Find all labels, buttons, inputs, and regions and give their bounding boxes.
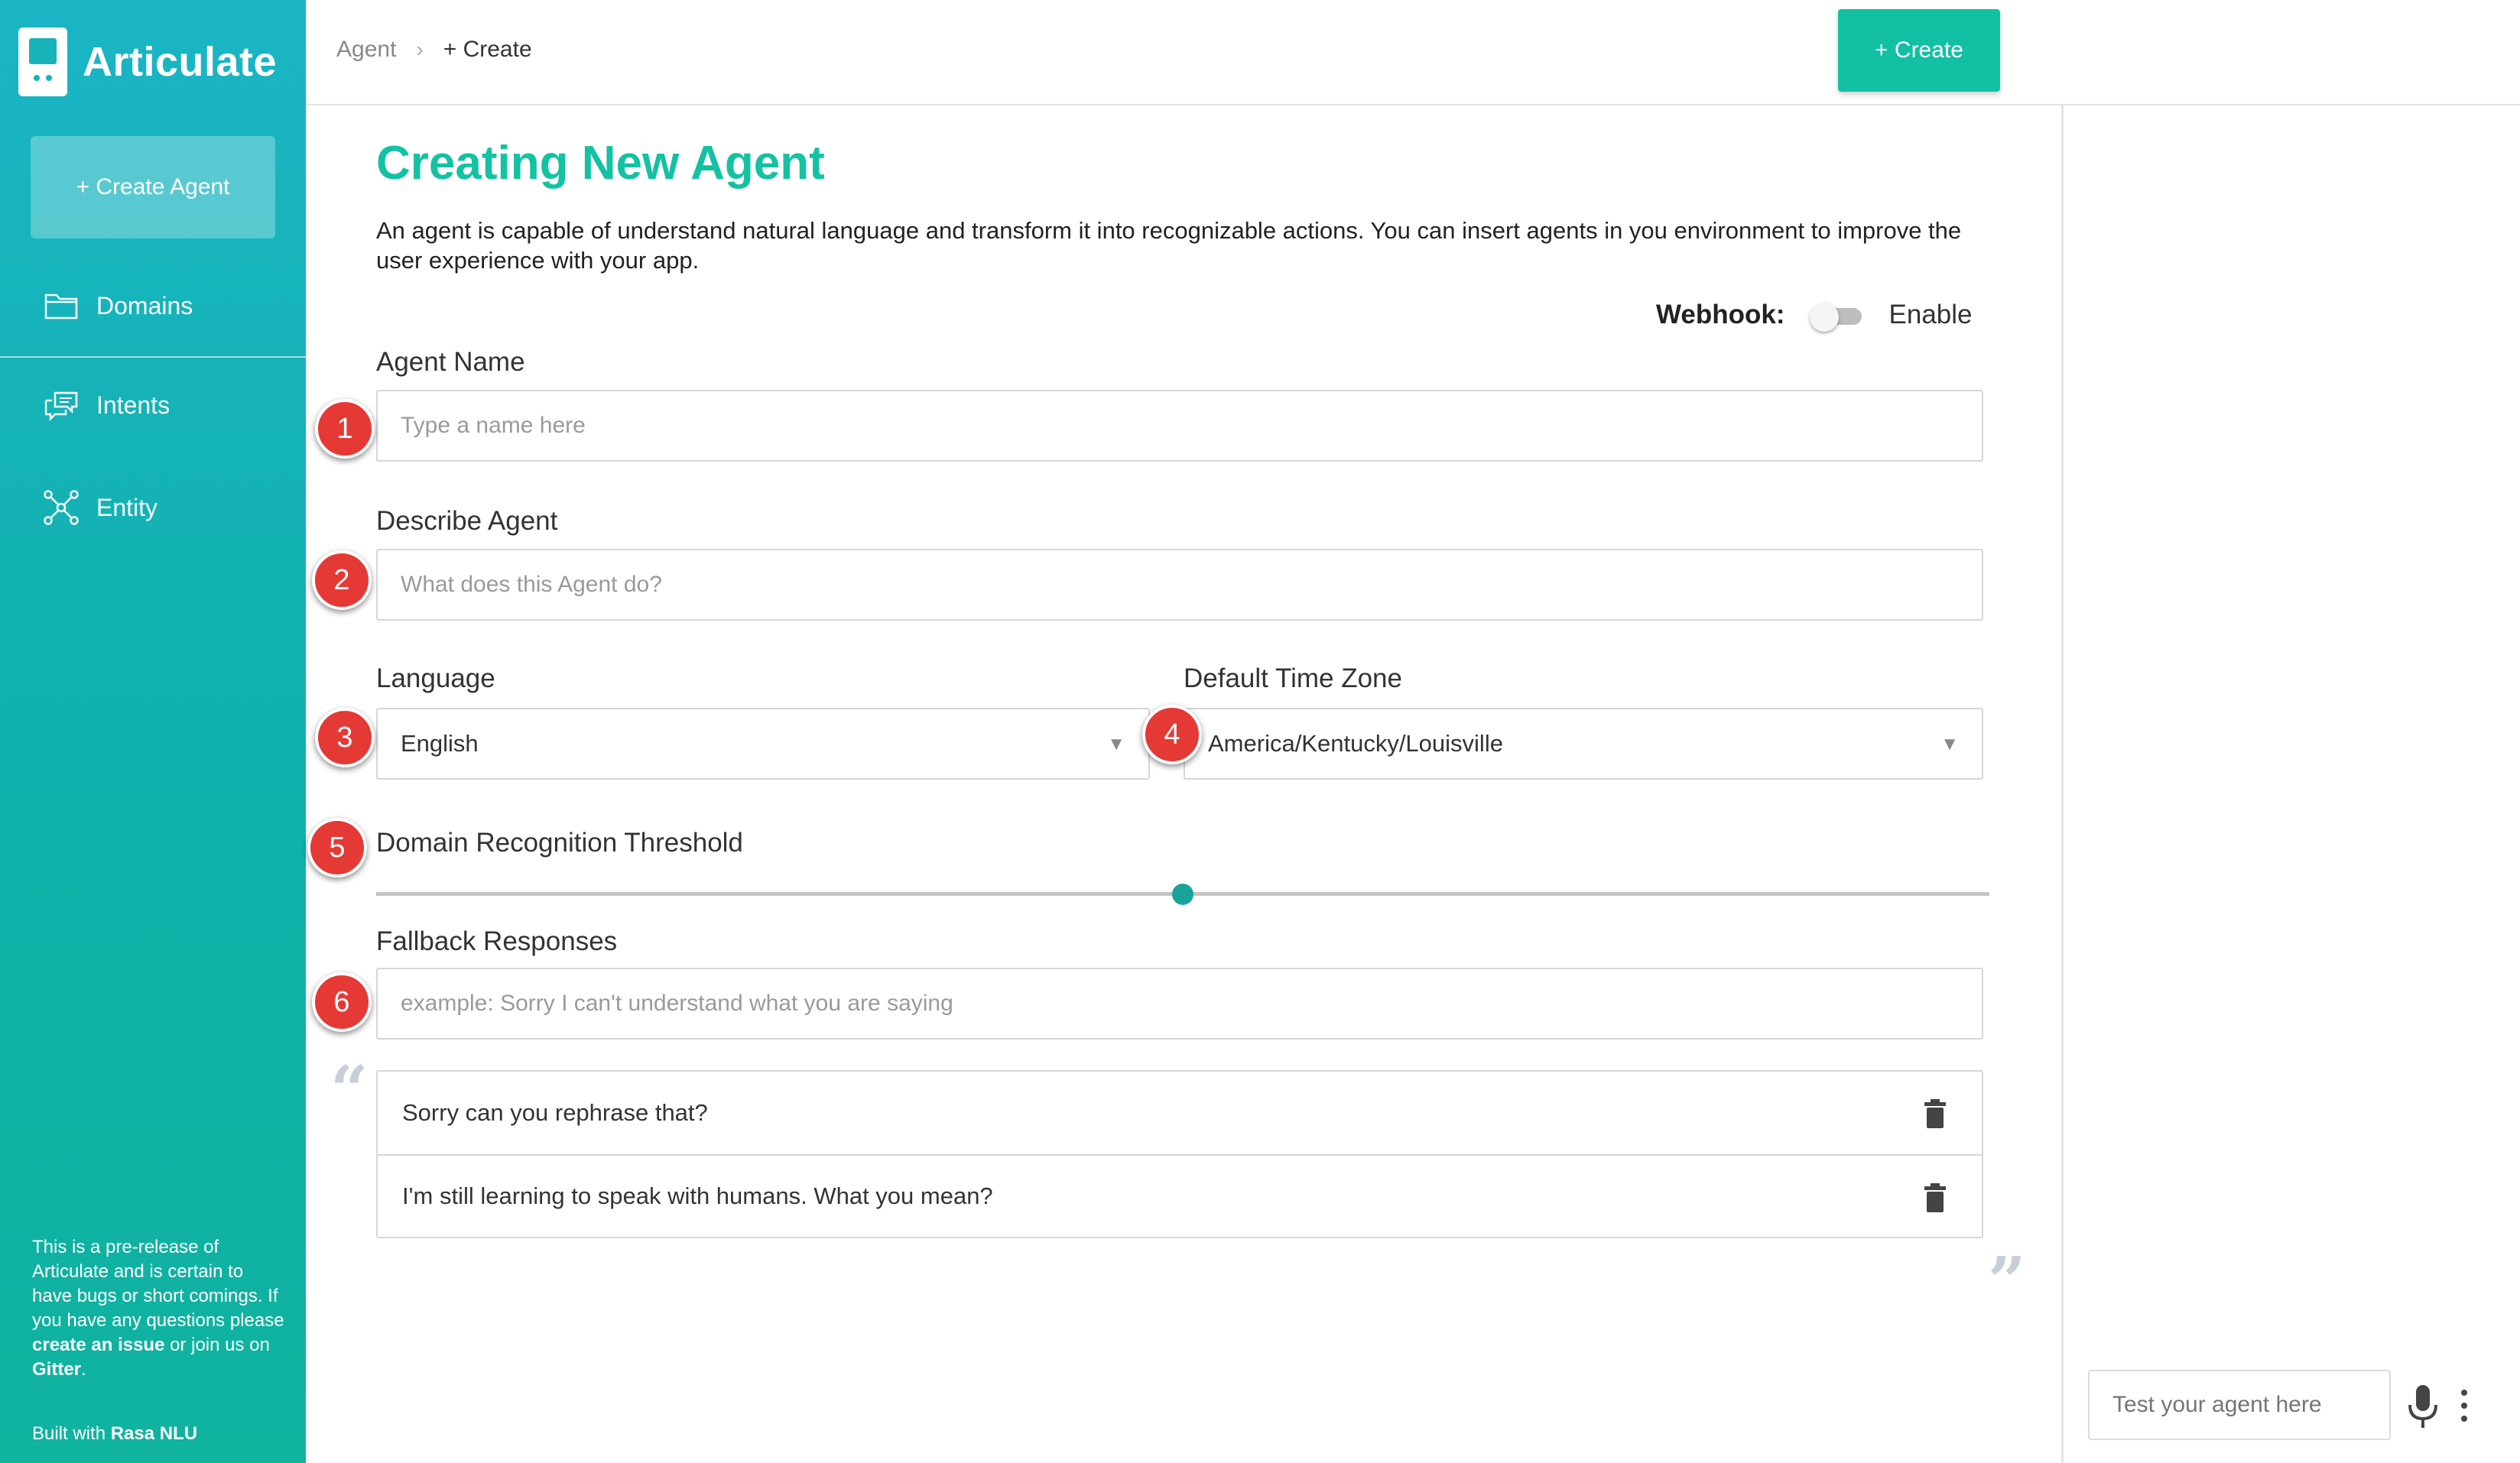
annotation-badge-6: 6: [312, 972, 372, 1032]
describe-agent-input[interactable]: [376, 549, 1983, 621]
fallback-responses-list: Sorry can you rephrase that? I'm still l…: [376, 1070, 1983, 1238]
note-text: or join us on: [164, 1335, 270, 1355]
timezone-label: Default Time Zone: [1184, 663, 1402, 693]
chevron-right-icon: ›: [416, 37, 424, 61]
sidebar-divider: [0, 356, 306, 358]
webhook-enable-label: Enable: [1888, 300, 1973, 329]
gitter-link[interactable]: Gitter: [32, 1359, 81, 1380]
microphone-icon[interactable]: [2406, 1384, 2440, 1429]
folder-icon: [44, 294, 78, 320]
sidebar-item-intents[interactable]: Intents: [0, 367, 306, 443]
timezone-value: America/Kentucky/Louisville: [1208, 730, 1503, 757]
list-item: I'm still learning to speak with humans.…: [378, 1154, 1982, 1237]
trash-icon[interactable]: [1924, 1183, 1947, 1212]
annotation-badge-5: 5: [307, 818, 367, 877]
annotation-badge-2: 2: [312, 550, 372, 610]
app-name: Articulate: [83, 39, 278, 85]
create-issue-link[interactable]: create an issue: [32, 1335, 164, 1355]
webhook-setting: Webhook: Enable: [1656, 300, 1973, 332]
breadcrumb-agent[interactable]: Agent: [336, 37, 396, 63]
fallback-label: Fallback Responses: [376, 926, 618, 956]
sidebar: Articulate + Create Agent Domains Intent…: [0, 0, 306, 1463]
language-value: English: [401, 730, 479, 757]
app-logo[interactable]: Articulate: [18, 28, 277, 96]
breadcrumb: Agent › + Create: [336, 37, 532, 63]
sidebar-item-label: Intents: [96, 391, 170, 419]
chat-icon: [44, 391, 78, 422]
create-button[interactable]: + Create: [1838, 9, 2000, 92]
language-label: Language: [376, 663, 495, 693]
built-with-prefix: Built with: [32, 1423, 111, 1444]
webhook-label: Webhook:: [1656, 300, 1785, 329]
page-description: An agent is capable of understand natura…: [376, 217, 1962, 274]
webhook-toggle[interactable]: [1809, 303, 1866, 332]
toggle-knob: [1809, 303, 1839, 332]
annotation-badge-1: 1: [315, 399, 375, 459]
agent-name-label: Agent Name: [376, 347, 525, 377]
annotation-badge-4: 4: [1142, 705, 1202, 764]
response-text: Sorry can you rephrase that?: [402, 1099, 708, 1126]
pre-release-note: This is a pre-release of Articulate and …: [32, 1235, 284, 1382]
response-text: I'm still learning to speak with humans.…: [402, 1182, 993, 1209]
sidebar-item-label: Domains: [96, 291, 193, 320]
sidebar-item-domains[interactable]: Domains: [0, 268, 306, 344]
dropdown-arrow-icon: ▼: [1940, 734, 1959, 754]
close-quote-icon: ”: [1988, 1243, 2026, 1320]
breadcrumb-current: + Create: [443, 37, 532, 62]
language-select[interactable]: English ▼: [376, 708, 1150, 780]
page-title: Creating New Agent: [376, 137, 825, 190]
list-item: Sorry can you rephrase that?: [378, 1072, 1982, 1154]
note-text: .: [81, 1359, 86, 1380]
describe-agent-label: Describe Agent: [376, 506, 558, 536]
annotation-badge-3: 3: [315, 708, 375, 767]
test-panel: [2061, 105, 2520, 1463]
note-text: This is a pre-release of Articulate and …: [32, 1237, 284, 1331]
more-vertical-icon[interactable]: [2458, 1387, 2470, 1425]
trash-icon[interactable]: [1924, 1099, 1947, 1128]
top-bar: Agent › + Create + Create: [306, 0, 2520, 105]
slider-thumb[interactable]: [1172, 884, 1193, 905]
create-agent-button[interactable]: + Create Agent: [31, 136, 275, 238]
timezone-select[interactable]: America/Kentucky/Louisville ▼: [1184, 708, 1983, 780]
threshold-label: Domain Recognition Threshold: [376, 828, 743, 858]
rasa-nlu-link[interactable]: Rasa NLU: [111, 1423, 197, 1444]
sidebar-item-label: Entity: [96, 493, 158, 521]
built-with: Built with Rasa NLU: [32, 1423, 197, 1445]
articulate-logo-icon: [18, 28, 67, 96]
fallback-input[interactable]: [376, 968, 1983, 1040]
open-quote-icon: “: [330, 1052, 369, 1129]
threshold-slider[interactable]: [376, 879, 1989, 910]
test-agent-input[interactable]: [2088, 1370, 2391, 1440]
sidebar-item-entity[interactable]: Entity: [0, 469, 306, 546]
network-icon: [44, 490, 79, 525]
agent-form: Creating New Agent An agent is capable o…: [306, 105, 2061, 1463]
dropdown-arrow-icon: ▼: [1107, 734, 1125, 754]
agent-name-input[interactable]: [376, 390, 1983, 462]
